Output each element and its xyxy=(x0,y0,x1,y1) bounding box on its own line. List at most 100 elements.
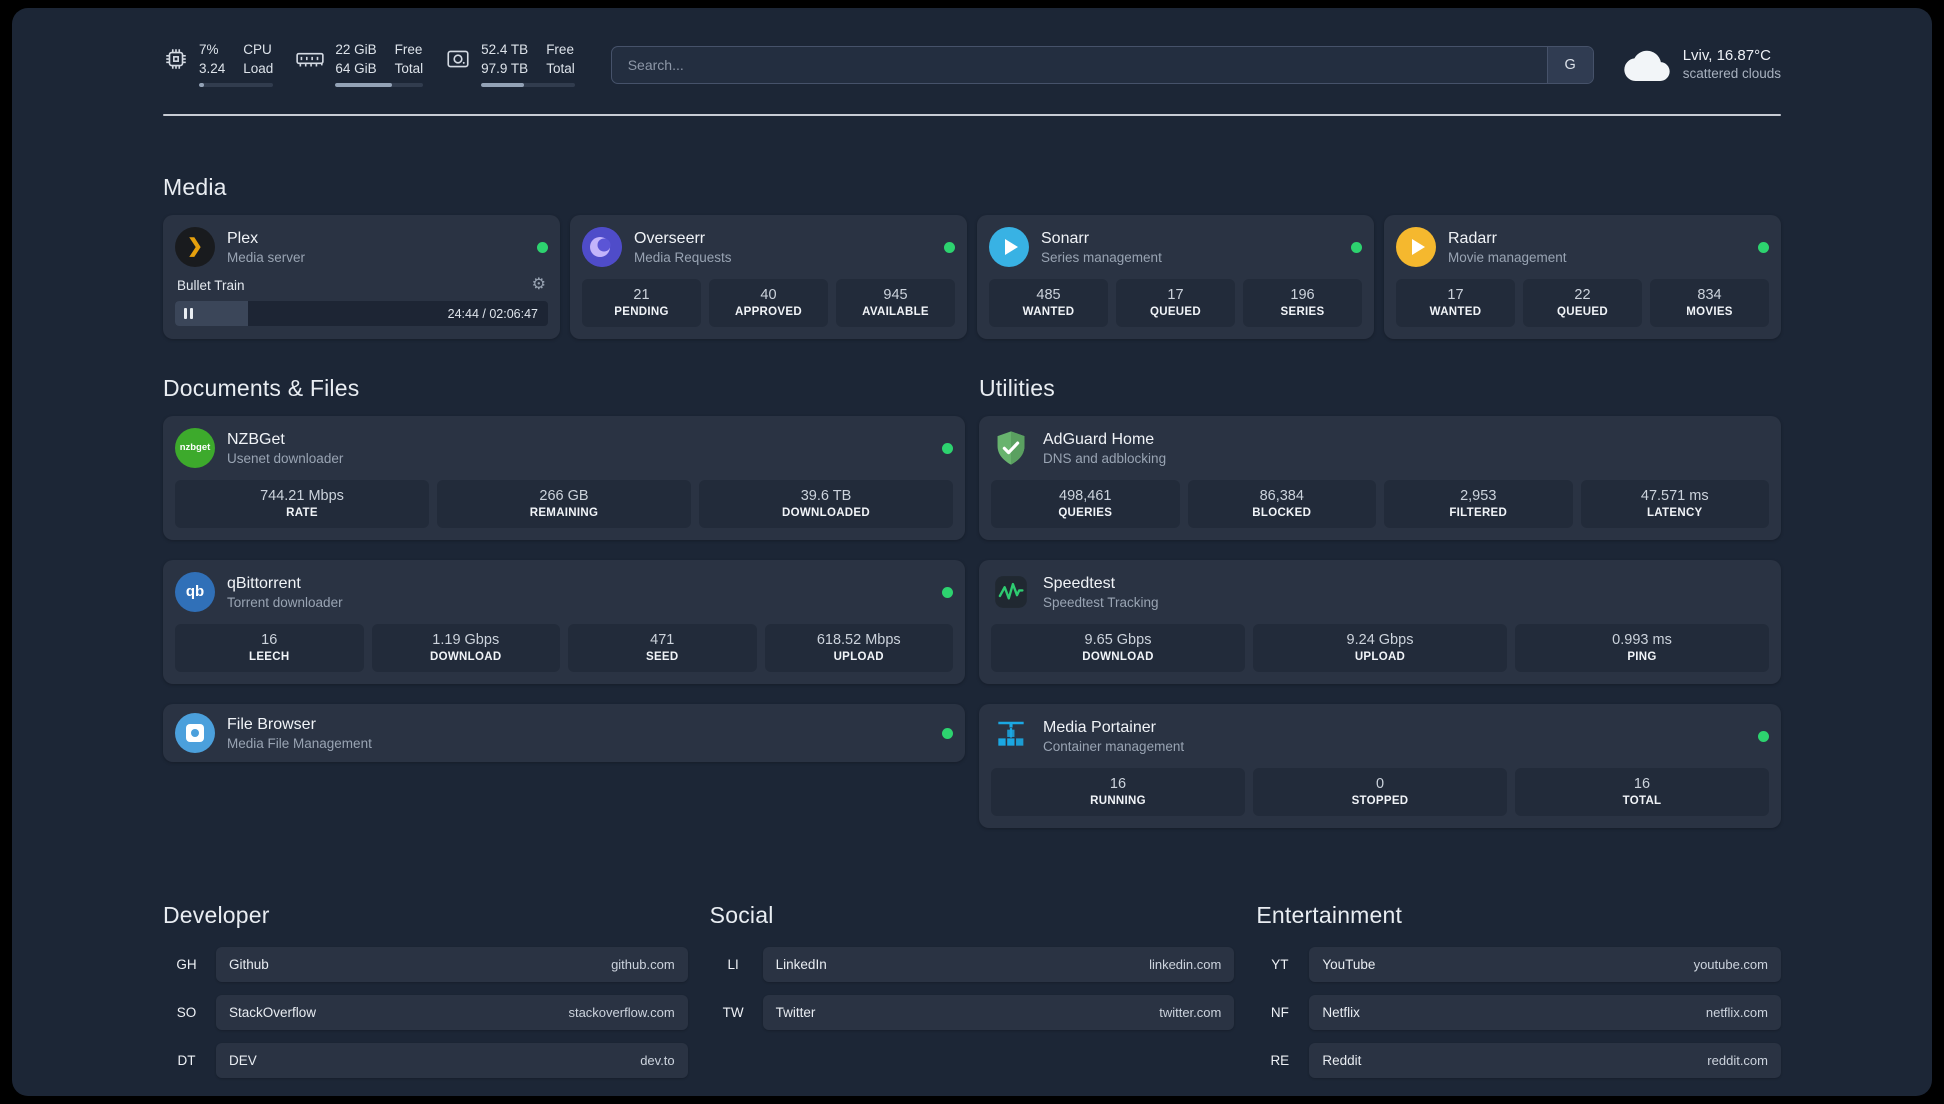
resource-widgets: 7% CPU 3.24 Load 22 GiB Free 64 GiB Tota… xyxy=(163,41,575,87)
stat-tile: 21 PENDING xyxy=(582,279,701,327)
bookmark-github[interactable]: GH Github github.com xyxy=(163,947,688,982)
service-card-overseerr[interactable]: Overseerr Media Requests 21 PENDING 40 A… xyxy=(570,215,967,339)
stat-label: PING xyxy=(1627,651,1657,663)
stats-row: 744.21 Mbps RATE 266 GB REMAINING 39.6 T… xyxy=(175,480,953,528)
service-card-speedtest[interactable]: Speedtest Speedtest Tracking 9.65 Gbps D… xyxy=(979,560,1781,684)
stat-value: 266 GB xyxy=(539,488,589,504)
playback-progress-bar[interactable]: 24:44 / 02:06:47 xyxy=(175,301,548,326)
memory-label-bottom: Total xyxy=(394,61,424,76)
weather-location: Lviv, 16.87°C xyxy=(1682,47,1771,64)
service-card-filebrowser[interactable]: File Browser Media File Management xyxy=(163,704,965,762)
service-meta: Radarr Movie management xyxy=(1448,230,1567,265)
stat-label: AVAILABLE xyxy=(862,306,929,318)
service-meta: Sonarr Series management xyxy=(1041,230,1162,265)
stat-label: UPLOAD xyxy=(1354,651,1406,663)
search-input[interactable] xyxy=(611,47,1547,83)
service-name: Sonarr xyxy=(1041,229,1090,247)
stat-label: TOTAL xyxy=(1622,795,1662,807)
section-title-media: Media xyxy=(163,174,227,200)
status-dot-online xyxy=(1758,730,1769,742)
plex-icon: ❯ xyxy=(175,227,215,267)
stat-label: DOWNLOADED xyxy=(782,507,870,519)
card-header: Speedtest Speedtest Tracking xyxy=(991,572,1769,612)
bookmark-stackoverflow[interactable]: SO StackOverflow stackoverflow.com xyxy=(163,995,688,1030)
service-description: Media Requests xyxy=(634,249,732,265)
bookmark-reddit[interactable]: RE Reddit reddit.com xyxy=(1256,1043,1781,1078)
bookmark-pill: Netflix netflix.com xyxy=(1309,995,1781,1030)
service-card-nzbget[interactable]: nzbget NZBGet Usenet downloader 744.21 M… xyxy=(163,416,965,540)
sonarr-icon xyxy=(989,227,1029,267)
cpu-label-top: CPU xyxy=(243,42,272,58)
stat-value: 0.993 ms xyxy=(1612,632,1672,648)
search-engine-button[interactable]: G xyxy=(1546,47,1593,83)
stat-label: QUEUED xyxy=(1556,306,1608,318)
stat-label: PENDING xyxy=(614,306,669,318)
stat-value: 39.6 TB xyxy=(800,488,852,504)
service-description: Movie management xyxy=(1448,249,1567,265)
stat-value: 618.52 Mbps xyxy=(816,632,901,648)
gear-icon[interactable]: ⚙ xyxy=(532,277,546,293)
bookmark-linkedin[interactable]: LI LinkedIn linkedin.com xyxy=(710,947,1235,982)
bookmark-youtube[interactable]: YT YouTube youtube.com xyxy=(1256,947,1781,982)
service-card-sonarr[interactable]: Sonarr Series management 485 WANTED 17 Q… xyxy=(977,215,1374,339)
service-meta: File Browser Media File Management xyxy=(227,716,372,751)
stat-tile: 17 QUEUED xyxy=(1116,279,1235,327)
stats-row: 17 WANTED 22 QUEUED 834 MOVIES xyxy=(1396,279,1769,327)
cpu-icon xyxy=(163,46,189,72)
now-playing-title: Bullet Train xyxy=(177,277,245,293)
stat-label: RUNNING xyxy=(1090,795,1146,807)
cpu-readout: 7% CPU 3.24 Load xyxy=(199,41,274,87)
bookmark-name: DEV xyxy=(229,1053,257,1068)
service-name: Radarr xyxy=(1448,229,1497,247)
stat-tile: 498,461 QUERIES xyxy=(991,480,1180,528)
stat-label: STOPPED xyxy=(1351,795,1409,807)
stat-label: QUEUED xyxy=(1149,306,1201,318)
status-dot-online xyxy=(537,241,548,253)
disk-progress-bar xyxy=(481,82,575,87)
bookmark-abbr: NF xyxy=(1270,1005,1289,1020)
service-meta: Speedtest Speedtest Tracking xyxy=(1043,575,1159,610)
bookmark-twitter[interactable]: TW Twitter twitter.com xyxy=(710,995,1235,1030)
stat-value: 834 xyxy=(1697,287,1722,303)
stat-value: 0 xyxy=(1375,776,1385,792)
bookmark-dev[interactable]: DT DEV dev.to xyxy=(163,1043,688,1078)
memory-readout: 22 GiB Free 64 GiB Total xyxy=(335,41,424,87)
pause-icon[interactable] xyxy=(184,308,193,319)
bookmark-netflix[interactable]: NF Netflix netflix.com xyxy=(1256,995,1781,1030)
stat-value: 1.19 Gbps xyxy=(432,632,500,648)
stat-value: 945 xyxy=(883,287,908,303)
cpu-load-value: 3.24 xyxy=(199,61,226,76)
memory-total-value: 64 GiB xyxy=(335,61,377,76)
stat-value: 16 xyxy=(261,632,278,648)
stat-value: 86,384 xyxy=(1259,488,1304,504)
disk-free-value: 52.4 TB xyxy=(481,42,529,58)
bookmark-pill: Reddit reddit.com xyxy=(1309,1043,1781,1078)
bookmark-name: Netflix xyxy=(1322,1005,1360,1020)
stat-tile: 0 STOPPED xyxy=(1253,768,1507,816)
bookmark-name: LinkedIn xyxy=(775,957,827,972)
bookmark-url: netflix.com xyxy=(1705,1005,1768,1020)
stat-tile: 1.19 Gbps DOWNLOAD xyxy=(371,624,560,672)
section-title-social: Social xyxy=(709,902,774,928)
service-card-portainer[interactable]: Media Portainer Container management 16 … xyxy=(979,704,1781,828)
bookmark-abbr: LI xyxy=(727,957,739,972)
stat-label: DOWNLOAD xyxy=(430,651,502,663)
bookmark-url: dev.to xyxy=(640,1053,675,1068)
stat-label: UPLOAD xyxy=(833,651,884,663)
nzbget-icon: nzbget xyxy=(175,428,215,468)
service-card-adguard[interactable]: AdGuard Home DNS and adblocking 498,461 … xyxy=(979,416,1781,540)
topbar-divider xyxy=(163,114,1781,116)
service-meta: NZBGet Usenet downloader xyxy=(227,431,343,466)
filebrowser-icon xyxy=(175,713,215,753)
service-card-plex[interactable]: ❯ Plex Media server Bullet Train ⚙ 24:44… xyxy=(163,215,560,339)
speedtest-icon xyxy=(991,572,1031,612)
bookmark-name: Twitter xyxy=(775,1005,816,1020)
dashboard-app: 7% CPU 3.24 Load 22 GiB Free 64 GiB Tota… xyxy=(12,8,1932,1096)
stat-value: 40 xyxy=(760,287,777,303)
bookmark-pill: DEV dev.to xyxy=(216,1043,688,1078)
service-card-qbittorrent[interactable]: qb qBittorrent Torrent downloader 16 LEE… xyxy=(163,560,965,684)
service-card-radarr[interactable]: Radarr Movie management 17 WANTED 22 QUE… xyxy=(1384,215,1781,339)
service-description: Torrent downloader xyxy=(227,594,343,610)
bookmark-url: github.com xyxy=(611,957,675,972)
card-header: qb qBittorrent Torrent downloader xyxy=(175,572,953,612)
